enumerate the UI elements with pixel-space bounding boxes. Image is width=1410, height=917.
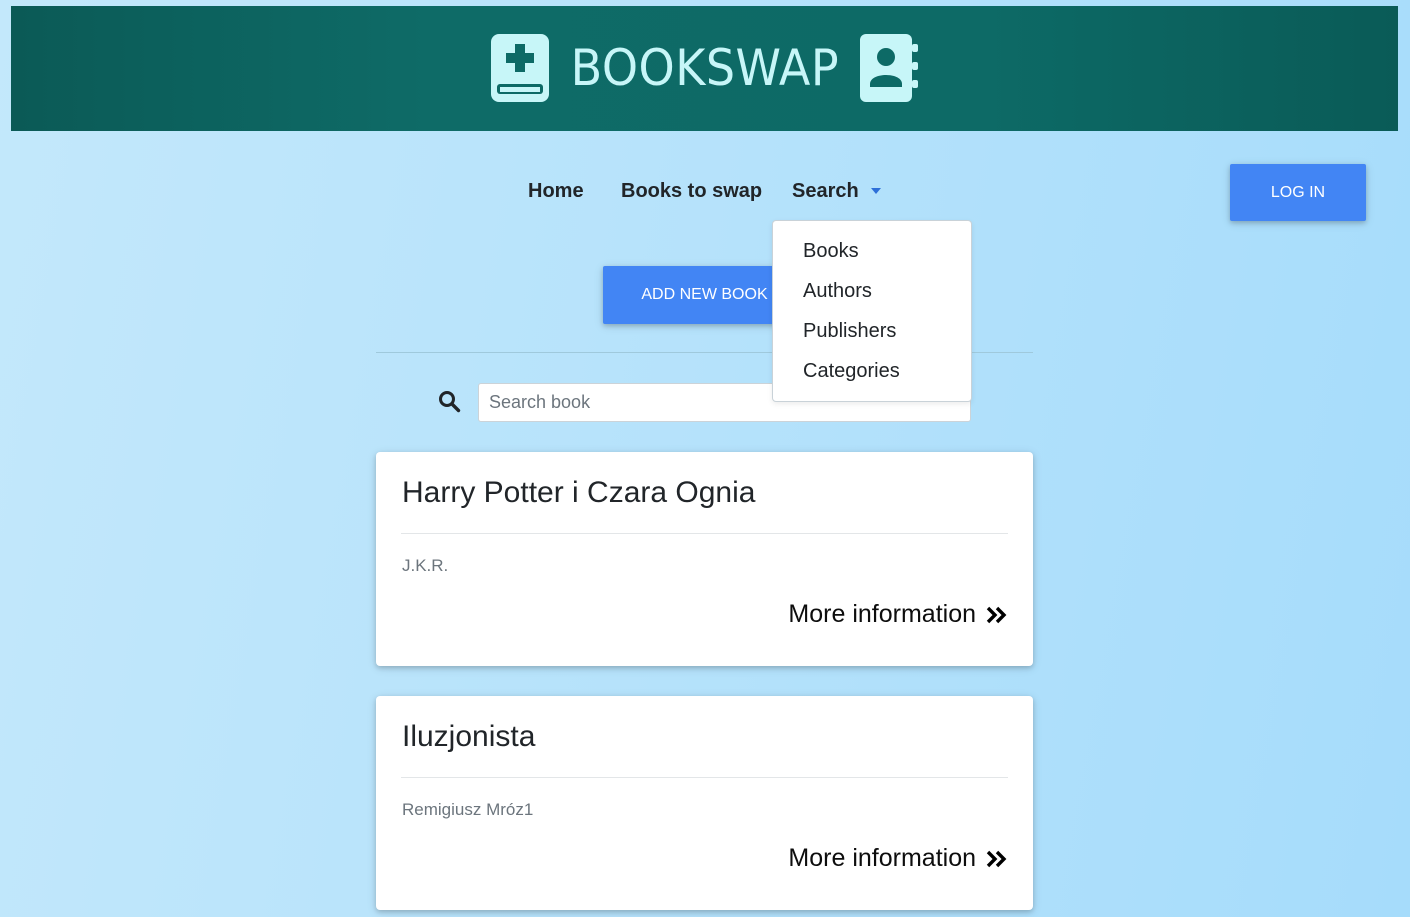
address-book-icon [860, 34, 919, 102]
chevron-down-icon[interactable] [871, 188, 881, 194]
dropdown-item-publishers[interactable]: Publishers [773, 311, 971, 351]
brand[interactable]: BOOKSWAP [11, 30, 1398, 106]
nav-search[interactable]: Search [792, 180, 859, 203]
more-information-label: More information [788, 600, 976, 628]
more-information-link[interactable]: More information [788, 600, 1008, 629]
brand-name: BOOKSWAP [570, 39, 839, 97]
more-information-link[interactable]: More information [788, 844, 1008, 873]
search-icon [439, 391, 461, 413]
nav-home[interactable]: Home [528, 180, 584, 203]
book-author: J.K.R. [402, 556, 449, 575]
book-card: Harry Potter i Czara Ognia J.K.R. More i… [376, 452, 1033, 666]
book-author: Remigiusz Mróz1 [402, 800, 534, 819]
book-card: Iluzjonista Remigiusz Mróz1 More informa… [376, 696, 1033, 910]
book-title: Iluzjonista [402, 720, 536, 753]
double-chevron-right-icon [986, 606, 1007, 623]
search-dropdown-menu: Books Authors Publishers Categories [772, 220, 972, 402]
header-banner: BOOKSWAP [11, 6, 1398, 131]
dropdown-item-books[interactable]: Books [773, 231, 971, 271]
nav-books-to-swap[interactable]: Books to swap [621, 180, 762, 203]
dropdown-item-categories[interactable]: Categories [773, 351, 971, 391]
dropdown-item-authors[interactable]: Authors [773, 271, 971, 311]
book-title: Harry Potter i Czara Ognia [402, 476, 756, 509]
login-button[interactable]: LOG IN [1230, 164, 1366, 221]
double-chevron-right-icon [986, 850, 1007, 867]
card-divider [401, 533, 1008, 534]
more-information-label: More information [788, 844, 976, 872]
card-divider [401, 777, 1008, 778]
book-medical-icon [490, 34, 549, 102]
